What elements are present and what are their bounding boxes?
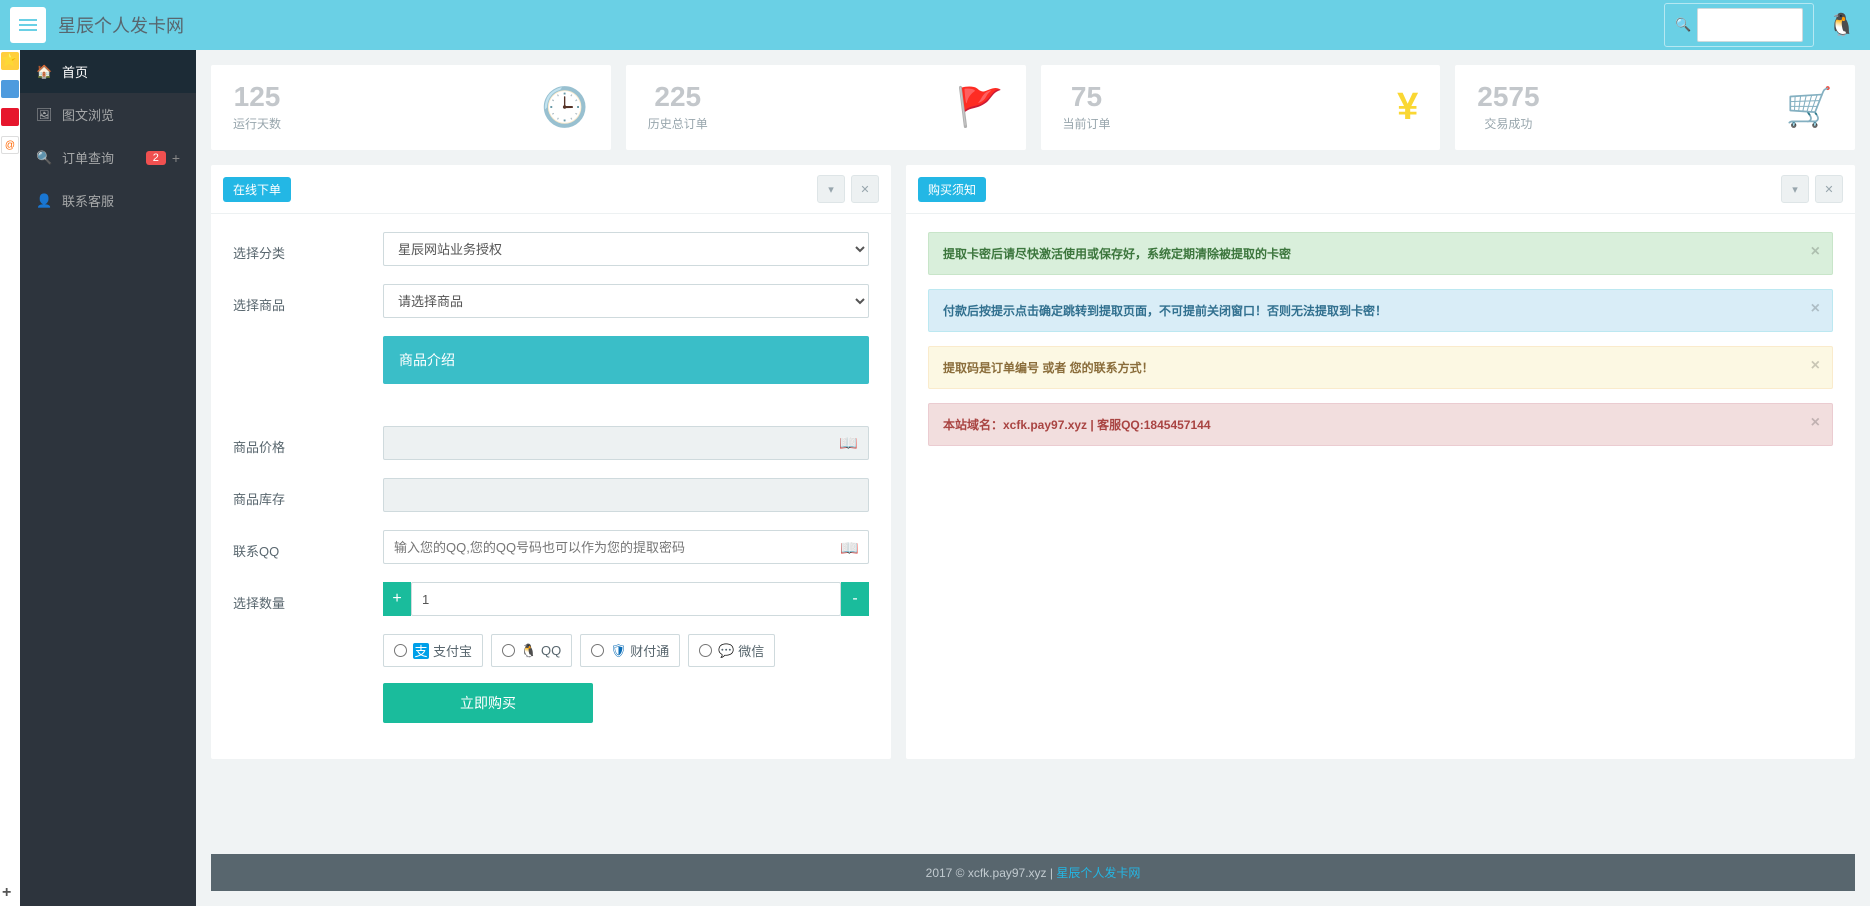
- label-qq: 联系QQ: [233, 535, 383, 560]
- site-title: 星辰个人发卡网: [58, 12, 184, 38]
- stat-value: 125: [233, 83, 281, 111]
- rail-icon-at[interactable]: @: [1, 136, 19, 154]
- rail-icon-blue[interactable]: [1, 80, 19, 98]
- alert-warning: 提取码是订单编号 或者 您的联系方式！×: [928, 346, 1833, 389]
- notice-panel: 购买须知 ▾ ✕ 提取卡密后请尽快激活使用或保存好，系统定期清除被提取的卡密× …: [906, 165, 1855, 759]
- qty-plus-button[interactable]: +: [383, 582, 411, 616]
- pay-option-tenpay[interactable]: 🛡财付通: [580, 634, 680, 667]
- search-input[interactable]: [1697, 8, 1803, 42]
- close-icon[interactable]: ×: [1811, 243, 1820, 261]
- stat-card-current: 75 当前订单 ¥: [1041, 65, 1441, 150]
- alert-info: 付款后按提示点击确定跳转到提取页面，不可提前关闭窗口！否则无法提取到卡密！×: [928, 289, 1833, 332]
- sidebar-item-label: 订单查询: [62, 148, 114, 167]
- sidebar-item-contact[interactable]: 👤 联系客服: [20, 179, 196, 222]
- sidebar-item-label: 联系客服: [62, 191, 114, 210]
- close-button[interactable]: ✕: [851, 175, 879, 203]
- stat-label: 历史总订单: [648, 115, 708, 132]
- left-rail: ⭐ @ +: [0, 50, 20, 906]
- stat-value: 2575: [1477, 83, 1539, 111]
- close-button[interactable]: ✕: [1815, 175, 1843, 203]
- stat-card-history: 225 历史总订单 🚩: [626, 65, 1026, 150]
- stat-card-days: 125 运行天数 🕒: [211, 65, 611, 150]
- stat-label: 运行天数: [233, 115, 281, 132]
- stat-label: 当前订单: [1063, 115, 1111, 132]
- collapse-button[interactable]: ▾: [817, 175, 845, 203]
- collapse-button[interactable]: ▾: [1781, 175, 1809, 203]
- qq-avatar-button[interactable]: 🐧: [1824, 7, 1860, 43]
- label-price: 商品价格: [233, 431, 383, 456]
- sidebar-item-gallery[interactable]: 🖼 图文浏览: [20, 93, 196, 136]
- footer: 2017 © xcfk.pay97.xyz | 星辰个人发卡网: [211, 854, 1855, 891]
- rail-icon-star[interactable]: ⭐: [1, 52, 19, 70]
- qty-input[interactable]: [411, 582, 841, 616]
- rail-icon-weibo[interactable]: [1, 108, 19, 126]
- qty-minus-button[interactable]: -: [841, 582, 869, 616]
- stat-label: 交易成功: [1477, 115, 1539, 132]
- orders-badge: 2: [146, 151, 166, 165]
- price-display: 📖: [383, 426, 869, 460]
- book-icon: 📖: [839, 434, 858, 452]
- panel-title: 在线下单: [223, 177, 291, 202]
- label-qty: 选择数量: [233, 587, 383, 612]
- footer-link[interactable]: 星辰个人发卡网: [1056, 866, 1140, 880]
- sidebar-item-label: 图文浏览: [62, 105, 114, 124]
- user-icon: 👤: [36, 193, 52, 209]
- label-stock: 商品库存: [233, 483, 383, 508]
- search-icon: 🔍: [36, 150, 52, 166]
- sidebar-item-home[interactable]: 🏠 首页: [20, 50, 196, 93]
- stat-value: 225: [648, 83, 708, 111]
- order-panel: 在线下单 ▾ ✕ 选择分类 星辰网站业务授权: [211, 165, 891, 759]
- panel-title: 购买须知: [918, 177, 986, 202]
- plus-icon[interactable]: +: [2, 884, 11, 902]
- pay-option-qq[interactable]: 🐧QQ: [491, 634, 572, 667]
- search-icon: 🔍: [1675, 17, 1691, 33]
- cart-icon: 🛒: [1786, 86, 1833, 130]
- yen-icon: ¥: [1397, 86, 1418, 129]
- label-category: 选择分类: [233, 237, 383, 262]
- label-product: 选择商品: [233, 289, 383, 314]
- sidebar-item-orders[interactable]: 🔍 订单查询 2 +: [20, 136, 196, 179]
- image-icon: 🖼: [36, 107, 52, 123]
- product-select[interactable]: 请选择商品: [383, 284, 869, 318]
- menu-toggle-button[interactable]: [10, 7, 46, 43]
- stats-row: 125 运行天数 🕒 225 历史总订单 🚩 75 当前订单 ¥: [211, 65, 1855, 150]
- pay-option-wechat[interactable]: 💬微信: [688, 634, 775, 667]
- buy-button[interactable]: 立即购买: [383, 683, 593, 723]
- qq-input[interactable]: [383, 530, 869, 564]
- alert-success: 提取卡密后请尽快激活使用或保存好，系统定期清除被提取的卡密×: [928, 232, 1833, 275]
- sidebar-item-label: 首页: [62, 62, 88, 81]
- category-select[interactable]: 星辰网站业务授权: [383, 232, 869, 266]
- sidebar: 🏠 首页 🖼 图文浏览 🔍 订单查询 2 + 👤 联系客服: [20, 50, 196, 906]
- product-intro-banner: 商品介绍: [383, 336, 869, 384]
- close-icon[interactable]: ×: [1811, 357, 1820, 375]
- clock-icon: 🕒: [541, 86, 588, 130]
- topbar: 星辰个人发卡网 🔍 🐧: [0, 0, 1870, 50]
- flag-icon: 🚩: [956, 86, 1003, 130]
- search-box[interactable]: 🔍: [1664, 3, 1814, 47]
- alert-danger: 本站域名：xcfk.pay97.xyz | 客服QQ:1845457144×: [928, 403, 1833, 446]
- plus-icon: +: [172, 150, 180, 166]
- home-icon: 🏠: [36, 64, 52, 80]
- book-icon: 📖: [840, 539, 859, 557]
- close-icon[interactable]: ×: [1811, 300, 1820, 318]
- stat-value: 75: [1063, 83, 1111, 111]
- close-icon[interactable]: ×: [1811, 414, 1820, 432]
- stat-card-success: 2575 交易成功 🛒: [1455, 65, 1855, 150]
- stock-display: [383, 478, 869, 512]
- pay-option-alipay[interactable]: 支支付宝: [383, 634, 483, 667]
